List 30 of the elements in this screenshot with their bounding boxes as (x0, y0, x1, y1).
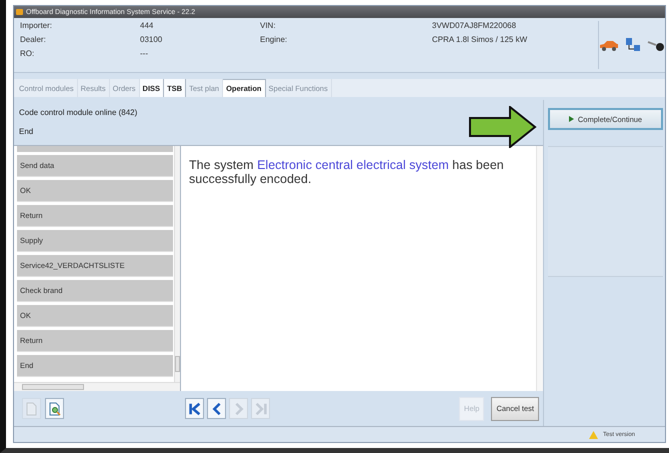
document-button[interactable] (45, 398, 64, 419)
document-icon (26, 402, 37, 416)
document-search-icon (48, 402, 60, 416)
info-value: --- (140, 49, 149, 59)
scrollbar[interactable] (174, 146, 180, 382)
info-value: 03100 (140, 35, 164, 45)
car-icon[interactable] (599, 40, 619, 50)
warning-icon (588, 430, 598, 438)
play-icon (568, 116, 574, 122)
task-step: End (19, 127, 538, 137)
scrollbar[interactable] (14, 382, 180, 391)
nav-button[interactable] (207, 398, 226, 419)
info-label: Importer: (20, 21, 54, 31)
info-value: CPRA 1.8l Simos / 125 kW (432, 35, 528, 45)
info-label: RO: (20, 49, 36, 59)
info-value: 3VWD07AJ8FM220068 (432, 21, 518, 31)
task-title: Code control module online (842) (19, 108, 138, 118)
key-icon[interactable] (647, 38, 665, 52)
info-label: VIN: (260, 21, 277, 31)
info-label: Engine: (260, 35, 288, 45)
info-label: Dealer: (20, 35, 47, 45)
network-icon[interactable] (625, 37, 641, 53)
last-icon (254, 400, 268, 416)
result-message: The system Electronic central electrical system has been successfully encoded. (189, 158, 505, 188)
arrow-drawing (469, 106, 537, 148)
info-value: 444 (140, 21, 154, 31)
scrollbar[interactable] (536, 146, 543, 391)
nav-button[interactable] (185, 398, 204, 419)
first-icon (188, 400, 202, 416)
app-icon (16, 9, 23, 15)
